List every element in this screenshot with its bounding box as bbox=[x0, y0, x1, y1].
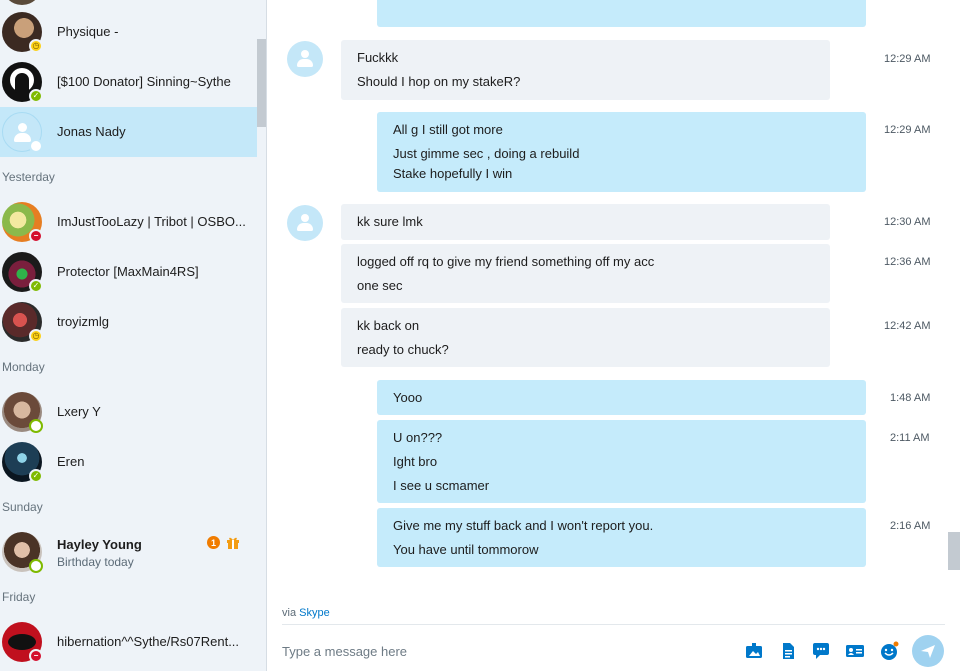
message-time: 12:29 AM bbox=[884, 124, 931, 136]
status-busy-icon: − bbox=[29, 649, 43, 663]
contact-item-sinning[interactable]: ✓ [$100 Donator] Sinning~Sythe bbox=[0, 57, 257, 107]
sidebar-scrollbar[interactable] bbox=[257, 39, 266, 127]
message-time: 12:36 AM bbox=[884, 256, 931, 268]
emoticon-icon[interactable] bbox=[879, 641, 899, 661]
contact-name: Eren bbox=[57, 454, 85, 469]
message-text: Just gimme sec , doing a rebuild bbox=[393, 146, 580, 161]
message-text: Fuckkk bbox=[357, 50, 399, 65]
message-text: Stake hopefully I win bbox=[393, 166, 513, 181]
contact-name: Protector [MaxMain4RS] bbox=[57, 264, 199, 279]
section-label-yesterday: Yesterday bbox=[2, 170, 55, 184]
status-online-icon: ✓ bbox=[29, 89, 43, 103]
message-bubble[interactable]: U on??? Ight bro I see u scmamer bbox=[377, 420, 866, 503]
contact-name: hibernation^^Sythe/Rs07Rent... bbox=[57, 634, 240, 649]
unread-count-badge: 1 bbox=[207, 536, 220, 549]
contact-name: Hayley Young bbox=[57, 537, 142, 552]
message-input[interactable]: Type a message here bbox=[282, 644, 407, 659]
message-text: Yooo bbox=[393, 390, 423, 405]
message-text: kk back on bbox=[357, 318, 420, 333]
section-label-friday: Friday bbox=[2, 590, 36, 604]
default-avatar-icon bbox=[287, 41, 323, 77]
status-busy-icon: − bbox=[29, 229, 43, 243]
status-online-icon: ✓ bbox=[29, 279, 43, 293]
message-text: All g I still got more bbox=[393, 122, 503, 137]
sidebar: ◷ Physique - ✓ [$100 Donator] Sinning~Sy… bbox=[0, 0, 267, 671]
message-time: 2:16 AM bbox=[890, 520, 931, 532]
message-text: ready to chuck? bbox=[357, 342, 449, 357]
message-bubble[interactable]: logged off rq to give my friend somethin… bbox=[341, 244, 830, 303]
contact-name: Lxery Y bbox=[57, 404, 101, 419]
send-button[interactable] bbox=[912, 635, 944, 667]
default-avatar-icon bbox=[287, 205, 323, 241]
message-text: logged off rq to give my friend somethin… bbox=[357, 254, 655, 269]
message-time: 12:29 AM bbox=[884, 53, 931, 65]
message-text: U on??? bbox=[393, 430, 443, 445]
message-time: 2:11 AM bbox=[890, 432, 930, 444]
compose-divider bbox=[282, 624, 945, 625]
message-text: Give me my stuff back and I won't report… bbox=[393, 518, 654, 533]
message-bubble[interactable]: kk back on ready to chuck? bbox=[341, 308, 830, 367]
message-text: one sec bbox=[357, 278, 403, 293]
contact-item-imjusttoolazy[interactable]: − ImJustTooLazy | Tribot | OSBO... bbox=[0, 197, 257, 247]
via-prefix: via bbox=[282, 607, 297, 619]
contact-item-hayley-young[interactable]: Hayley Young Birthday today 1 bbox=[0, 527, 257, 577]
message-text: You have until tommorow bbox=[393, 542, 539, 557]
contact-item-jonas-nady[interactable]: Jonas Nady bbox=[0, 107, 257, 157]
status-offline-icon bbox=[29, 419, 43, 433]
status-away-icon: ◷ bbox=[29, 39, 43, 53]
contact-name: [$100 Donator] Sinning~Sythe bbox=[57, 74, 231, 89]
contact-item-eren[interactable]: ✓ Eren bbox=[0, 437, 257, 487]
contact-name: ImJustTooLazy | Tribot | OSBO... bbox=[57, 214, 246, 229]
status-online-icon: ✓ bbox=[29, 469, 43, 483]
message-bubble[interactable]: Fuckkk Should I hop on my stakeR? bbox=[341, 40, 830, 100]
message-text: kk sure lmk bbox=[357, 214, 423, 229]
avatar bbox=[2, 0, 42, 5]
chat-bubble-icon[interactable] bbox=[811, 641, 831, 661]
contact-item-lxery-y[interactable]: Lxery Y bbox=[0, 387, 257, 437]
status-offline-icon bbox=[29, 139, 43, 153]
message-time: 1:48 AM bbox=[890, 392, 931, 404]
contact-item-protector[interactable]: ✓ Protector [MaxMain4RS] bbox=[0, 247, 257, 297]
message-bubble-partial bbox=[377, 0, 866, 27]
message-bubble[interactable]: Yooo bbox=[377, 380, 866, 415]
contact-name: troyizmlg bbox=[57, 314, 110, 329]
contact-card-icon[interactable] bbox=[845, 641, 865, 661]
message-bubble[interactable]: kk sure lmk bbox=[341, 204, 830, 240]
via-skype-link[interactable]: Skype bbox=[299, 607, 330, 619]
via-label: via Skype bbox=[282, 607, 330, 619]
message-bubble[interactable]: All g I still got more Just gimme sec , … bbox=[377, 112, 866, 192]
contact-item-physique[interactable]: ◷ Physique - bbox=[0, 7, 257, 57]
contact-name: Physique - bbox=[57, 24, 119, 39]
message-text: I see u scmamer bbox=[393, 478, 490, 493]
status-away-icon: ◷ bbox=[29, 329, 43, 343]
contact-item-hibernation[interactable]: − hibernation^^Sythe/Rs07Rent... bbox=[0, 617, 257, 667]
birthday-label: Birthday today bbox=[57, 555, 134, 569]
message-bubble[interactable]: Give me my stuff back and I won't report… bbox=[377, 508, 866, 567]
contact-item-troyizmlg[interactable]: ◷ troyizmlg bbox=[0, 297, 257, 347]
message-text: Should I hop on my stakeR? bbox=[357, 74, 521, 89]
message-text: Ight bro bbox=[393, 454, 438, 469]
section-label-sunday: Sunday bbox=[2, 500, 43, 514]
status-offline-icon bbox=[29, 559, 43, 573]
message-time: 12:30 AM bbox=[884, 216, 931, 228]
message-time: 12:42 AM bbox=[884, 320, 931, 332]
chat-scrollbar[interactable] bbox=[948, 532, 960, 570]
media-icon[interactable] bbox=[744, 641, 764, 661]
file-icon[interactable] bbox=[778, 641, 798, 661]
send-icon bbox=[921, 645, 935, 658]
gift-icon bbox=[227, 537, 239, 549]
contact-name: Jonas Nady bbox=[57, 124, 126, 139]
conversation-pane: Fuckkk Should I hop on my stakeR? 12:29 … bbox=[268, 0, 960, 671]
section-label-monday: Monday bbox=[2, 360, 45, 374]
